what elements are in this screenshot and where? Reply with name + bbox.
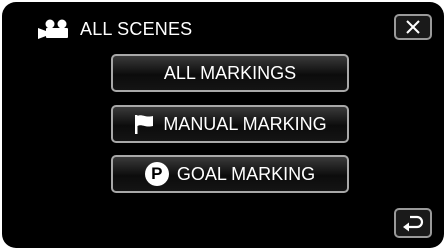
close-button[interactable] (394, 14, 432, 40)
header: ALL SCENES (38, 18, 192, 40)
close-icon (406, 20, 420, 34)
p-circle-icon: P (144, 162, 169, 186)
manual-marking-label: MANUAL MARKING (163, 113, 327, 134)
movie-camera-icon (38, 19, 68, 39)
goal-marking-button[interactable]: P GOAL MARKING (111, 155, 349, 193)
all-markings-button[interactable]: ALL MARKINGS (111, 54, 349, 92)
goal-marking-label: GOAL MARKING (176, 163, 316, 184)
page-title: ALL SCENES (80, 18, 193, 39)
lcd-screen: ALL SCENES ALL MARKINGS MANUAL MARKING P… (2, 2, 444, 248)
all-markings-label: ALL MARKINGS (163, 62, 297, 83)
manual-marking-button[interactable]: MANUAL MARKING (111, 105, 349, 143)
p-badge-letter: P (144, 162, 169, 186)
back-button[interactable] (394, 208, 432, 238)
flag-icon (133, 113, 155, 135)
return-icon (403, 215, 424, 232)
